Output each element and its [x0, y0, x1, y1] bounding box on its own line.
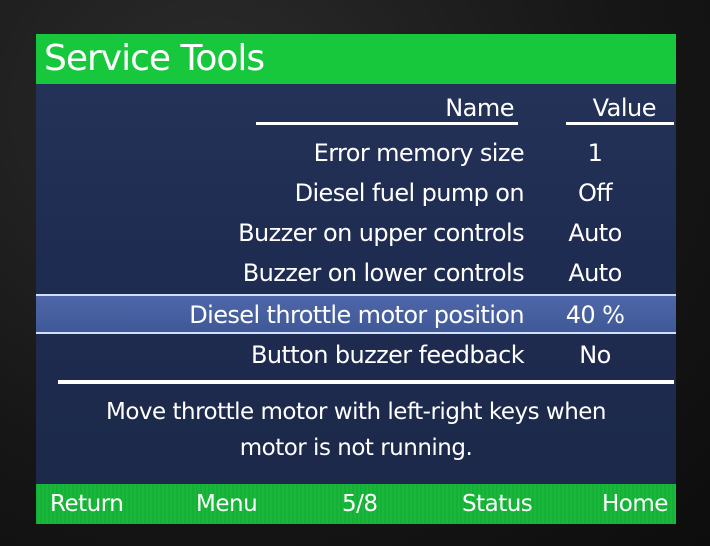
column-header-name: Name — [445, 94, 514, 122]
softkey-bar: Return Menu 5/8 Status Home — [36, 484, 676, 524]
list-item-name: Buzzer on upper controls — [238, 219, 525, 247]
list-item-value: No — [579, 341, 611, 369]
list-item-name: Diesel throttle motor position — [189, 301, 524, 329]
list-item-value: Auto — [568, 219, 622, 247]
list-item-buzzer-lower-controls[interactable]: Buzzer on lower controls Auto — [36, 254, 676, 292]
list-item-error-memory-size[interactable]: Error memory size 1 — [36, 134, 676, 172]
title-bar: Service Tools — [36, 34, 676, 84]
page-title: Service Tools — [44, 38, 265, 79]
home-softkey[interactable]: Home — [602, 490, 668, 518]
column-header-value: Value — [592, 94, 657, 122]
list-item-name: Buzzer on lower controls — [242, 259, 525, 287]
help-text-line-1: Move throttle motor with left-right keys… — [105, 399, 607, 425]
list-item-value: Off — [578, 179, 613, 207]
list-item-name: Diesel fuel pump on — [294, 179, 525, 207]
list-item-value: 1 — [587, 139, 603, 167]
list-item-buzzer-upper-controls[interactable]: Buzzer on upper controls Auto — [36, 214, 676, 252]
display-screen: Service Tools Name Value Error memory si… — [36, 34, 676, 524]
list-item-button-buzzer-feedback[interactable]: Button buzzer feedback No — [36, 336, 676, 374]
section-divider — [58, 380, 674, 384]
list-item-diesel-throttle-motor-position[interactable]: Diesel throttle motor position 40 % — [36, 294, 676, 334]
return-softkey[interactable]: Return — [50, 490, 124, 518]
device-bezel: Service Tools Name Value Error memory si… — [0, 0, 710, 546]
list-item-value: 40 % — [565, 301, 625, 329]
column-header-underline-name — [256, 122, 518, 125]
status-softkey[interactable]: Status — [462, 490, 533, 518]
help-text: Move throttle motor with left-right keys… — [36, 394, 676, 466]
page-indicator: 5/8 — [342, 491, 378, 517]
column-header-underline-value — [566, 122, 674, 125]
list-item-name: Button buzzer feedback — [251, 341, 525, 369]
list-item-diesel-fuel-pump-on[interactable]: Diesel fuel pump on Off — [36, 174, 676, 212]
list-item-name: Error memory size — [313, 139, 525, 167]
menu-softkey[interactable]: Menu — [196, 490, 258, 518]
list-item-value: Auto — [568, 259, 622, 287]
help-text-line-2: motor is not running. — [239, 435, 473, 461]
